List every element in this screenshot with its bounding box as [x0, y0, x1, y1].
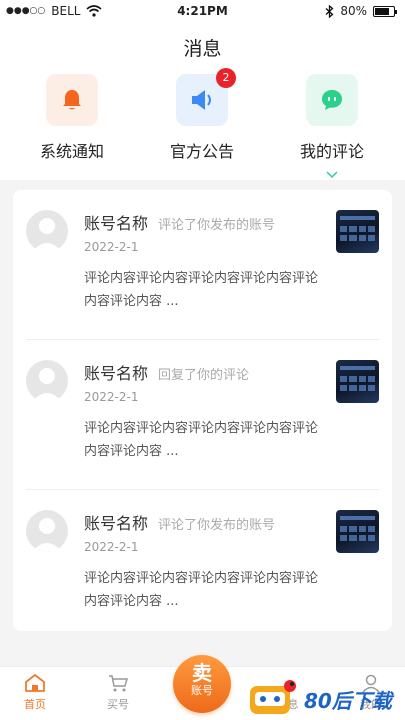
account-thumbnail[interactable]: [336, 510, 379, 553]
chevron-down-icon: [326, 171, 338, 179]
user-placeholder-icon: [32, 218, 62, 252]
tab-buy-label: 买号: [107, 698, 129, 711]
account-name[interactable]: 账号名称: [84, 510, 148, 534]
list-item[interactable]: 账号名称 评论了你发布的账号 2022-2-1 评论内容评论内容评论内容评论内容…: [13, 190, 392, 340]
battery-percent: 80%: [340, 4, 367, 18]
list-item[interactable]: 账号名称 评论了你发布的账号 2022-2-1 评论内容评论内容评论内容评论内容…: [13, 490, 392, 640]
sell-button-main: 卖: [192, 661, 212, 685]
comment-date: 2022-2-1: [84, 540, 139, 554]
account-thumbnail[interactable]: [336, 360, 379, 403]
comment-action: 评论了你发布的账号: [158, 518, 276, 533]
status-bar: ●●●○○ BELL 4:21PM 80%: [0, 0, 405, 22]
category-label: 我的评论: [299, 142, 364, 161]
bell-icon: [63, 90, 81, 110]
status-right: 80%: [325, 4, 397, 18]
avatar[interactable]: [26, 210, 68, 252]
cart-icon: [109, 675, 128, 692]
my-comments-tile: [306, 74, 358, 126]
comment-content: 评论内容评论内容评论内容评论内容评论内容评论内容 ...: [84, 571, 319, 609]
sell-button-sub: 账号: [191, 684, 213, 697]
account-name[interactable]: 账号名称: [84, 360, 148, 384]
chat-bubble-icon: [322, 90, 342, 110]
comment-action: 评论了你发布的账号: [158, 218, 276, 233]
account-name[interactable]: 账号名称: [84, 210, 148, 234]
avatar[interactable]: [26, 360, 68, 402]
category-label: 官方公告: [169, 142, 234, 161]
battery-icon: [373, 5, 397, 17]
comment-list: 账号名称 评论了你发布的账号 2022-2-1 评论内容评论内容评论内容评论内容…: [13, 190, 392, 631]
user-placeholder-icon: [32, 518, 62, 552]
tab-buy[interactable]: 买号: [93, 673, 143, 712]
comment-date: 2022-2-1: [84, 240, 139, 254]
sell-account-button[interactable]: 卖 账号: [173, 655, 231, 713]
bluetooth-icon: [325, 4, 334, 18]
tab-home[interactable]: 首页: [10, 673, 60, 712]
page-title: 消息: [183, 38, 222, 60]
watermark-text: 80后下载: [304, 689, 392, 713]
unread-badge: 2: [216, 68, 236, 88]
comment-content: 评论内容评论内容评论内容评论内容评论内容评论内容 ...: [84, 421, 319, 459]
category-official-notice[interactable]: 2 官方公告: [147, 68, 257, 162]
speaker-icon: [192, 90, 211, 110]
avatar[interactable]: [26, 510, 68, 552]
category-system-notice[interactable]: 系统通知: [17, 74, 127, 162]
comment-action: 回复了你的评论: [158, 368, 250, 383]
category-my-comments[interactable]: 我的评论: [277, 74, 387, 162]
watermark-logo: 80后下载: [246, 678, 405, 718]
user-placeholder-icon: [32, 368, 62, 402]
account-thumbnail[interactable]: [336, 210, 379, 253]
comment-date: 2022-2-1: [84, 390, 139, 404]
header: 消息 系统通知 2 官方公告 我的评论: [0, 22, 405, 180]
list-item[interactable]: 账号名称 回复了你的评论 2022-2-1 评论内容评论内容评论内容评论内容评论…: [13, 340, 392, 490]
home-icon: [25, 674, 45, 692]
mascot-icon: [250, 680, 296, 714]
tab-home-label: 首页: [24, 698, 46, 711]
official-notice-tile: 2: [176, 68, 236, 126]
comment-content: 评论内容评论内容评论内容评论内容评论内容评论内容 ...: [84, 271, 319, 309]
system-notice-tile: [46, 74, 98, 126]
category-label: 系统通知: [39, 142, 104, 161]
